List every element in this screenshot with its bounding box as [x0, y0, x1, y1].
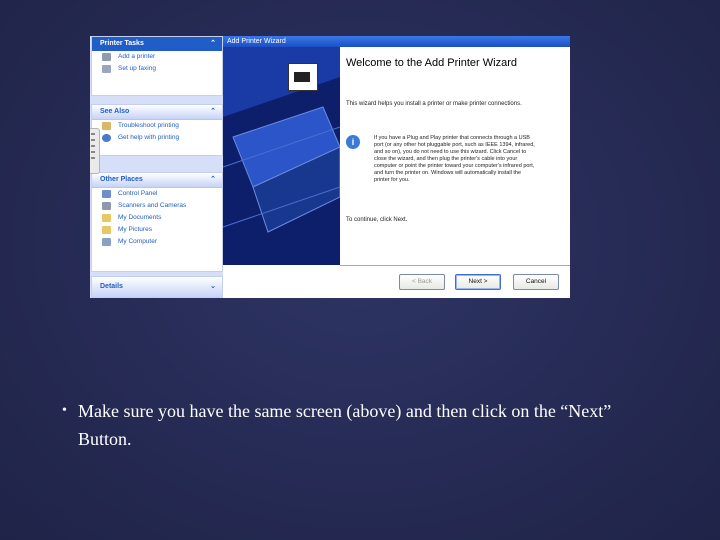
- cancel-button[interactable]: Cancel: [513, 274, 559, 290]
- instruction-caption: • Make sure you have the same screen (ab…: [62, 397, 668, 453]
- expand-chevron-icon[interactable]: ⌄: [210, 277, 216, 297]
- place-my-pictures[interactable]: My Pictures: [92, 224, 222, 236]
- wizard-heading: Welcome to the Add Printer Wizard: [346, 57, 517, 69]
- link-label: Get help with printing: [118, 134, 180, 141]
- place-label: Scanners and Cameras: [118, 202, 187, 209]
- continue-instruction: To continue, click Next.: [346, 217, 408, 223]
- see-also-header[interactable]: See Also ⌃: [92, 105, 222, 120]
- wizard-info-text: If you have a Plug and Play printer that…: [374, 135, 535, 183]
- place-scanners-cameras[interactable]: Scanners and Cameras: [92, 200, 222, 212]
- place-my-computer[interactable]: My Computer: [92, 236, 222, 248]
- collapse-chevron-icon[interactable]: ⌃: [210, 37, 216, 51]
- place-label: My Documents: [118, 214, 162, 221]
- other-places-group: Other Places ⌃ Control Panel Scanners an…: [91, 172, 223, 272]
- wizard-banner: [223, 47, 340, 265]
- collapse-chevron-icon[interactable]: ⌃: [210, 105, 216, 119]
- screenshot-image: Printer Tasks ⌃ Add a printer Set up fax…: [90, 36, 570, 298]
- printer-tasks-title: Printer Tasks: [100, 40, 144, 47]
- printer-tasks-group: Printer Tasks ⌃ Add a printer Set up fax…: [91, 36, 223, 96]
- printer-icon: [102, 53, 111, 61]
- task-add-printer[interactable]: Add a printer: [92, 51, 222, 63]
- task-label: Set up faxing: [118, 65, 156, 72]
- place-label: My Computer: [118, 238, 158, 245]
- place-control-panel[interactable]: Control Panel: [92, 188, 222, 200]
- place-label: Control Panel: [118, 190, 158, 197]
- computer-icon: [102, 238, 111, 246]
- place-label: My Pictures: [118, 226, 152, 233]
- link-label: Troubleshoot printing: [118, 122, 179, 129]
- button-separator: [340, 265, 570, 266]
- printer-wizard-icon: [288, 63, 318, 91]
- pane-resize-handle[interactable]: [90, 128, 100, 174]
- wizard-intro: This wizard helps you install a printer …: [346, 101, 522, 107]
- other-places-title: Other Places: [100, 176, 143, 183]
- wizard-title-bar: Add Printer Wizard: [223, 36, 570, 47]
- task-set-up-faxing[interactable]: Set up faxing: [92, 63, 222, 75]
- collapse-chevron-icon[interactable]: ⌃: [210, 173, 216, 187]
- printer-tasks-header[interactable]: Printer Tasks ⌃: [92, 37, 222, 51]
- place-my-documents[interactable]: My Documents: [92, 212, 222, 224]
- other-places-header[interactable]: Other Places ⌃: [92, 173, 222, 188]
- details-group: Details ⌄: [91, 276, 223, 298]
- next-button[interactable]: Next >: [455, 274, 501, 290]
- help-icon: [102, 134, 111, 142]
- see-also-group: See Also ⌃ Troubleshoot printing Get hel…: [91, 104, 223, 156]
- link-help-printing[interactable]: Get help with printing: [92, 132, 222, 144]
- bullet-marker: •: [62, 403, 67, 418]
- fax-icon: [102, 65, 111, 73]
- info-icon: i: [346, 135, 360, 149]
- add-printer-wizard-window: Add Printer Wizard Welcome to the Add Pr…: [223, 36, 570, 298]
- wizard-content: Welcome to the Add Printer Wizard This w…: [340, 47, 570, 265]
- help-book-icon: [102, 122, 111, 130]
- task-pane: Printer Tasks ⌃ Add a printer Set up fax…: [90, 36, 223, 298]
- link-troubleshoot-printing[interactable]: Troubleshoot printing: [92, 120, 222, 132]
- task-label: Add a printer: [118, 53, 156, 60]
- back-button[interactable]: < Back: [399, 274, 445, 290]
- folder-icon: [102, 214, 111, 222]
- printer-illustration: [223, 77, 340, 265]
- control-panel-icon: [102, 190, 111, 198]
- scanner-icon: [102, 202, 111, 210]
- pictures-folder-icon: [102, 226, 111, 234]
- details-title: Details: [100, 283, 123, 290]
- caption-text: Make sure you have the same screen (abov…: [78, 401, 612, 449]
- see-also-title: See Also: [100, 108, 130, 115]
- details-header[interactable]: Details ⌄: [92, 277, 222, 297]
